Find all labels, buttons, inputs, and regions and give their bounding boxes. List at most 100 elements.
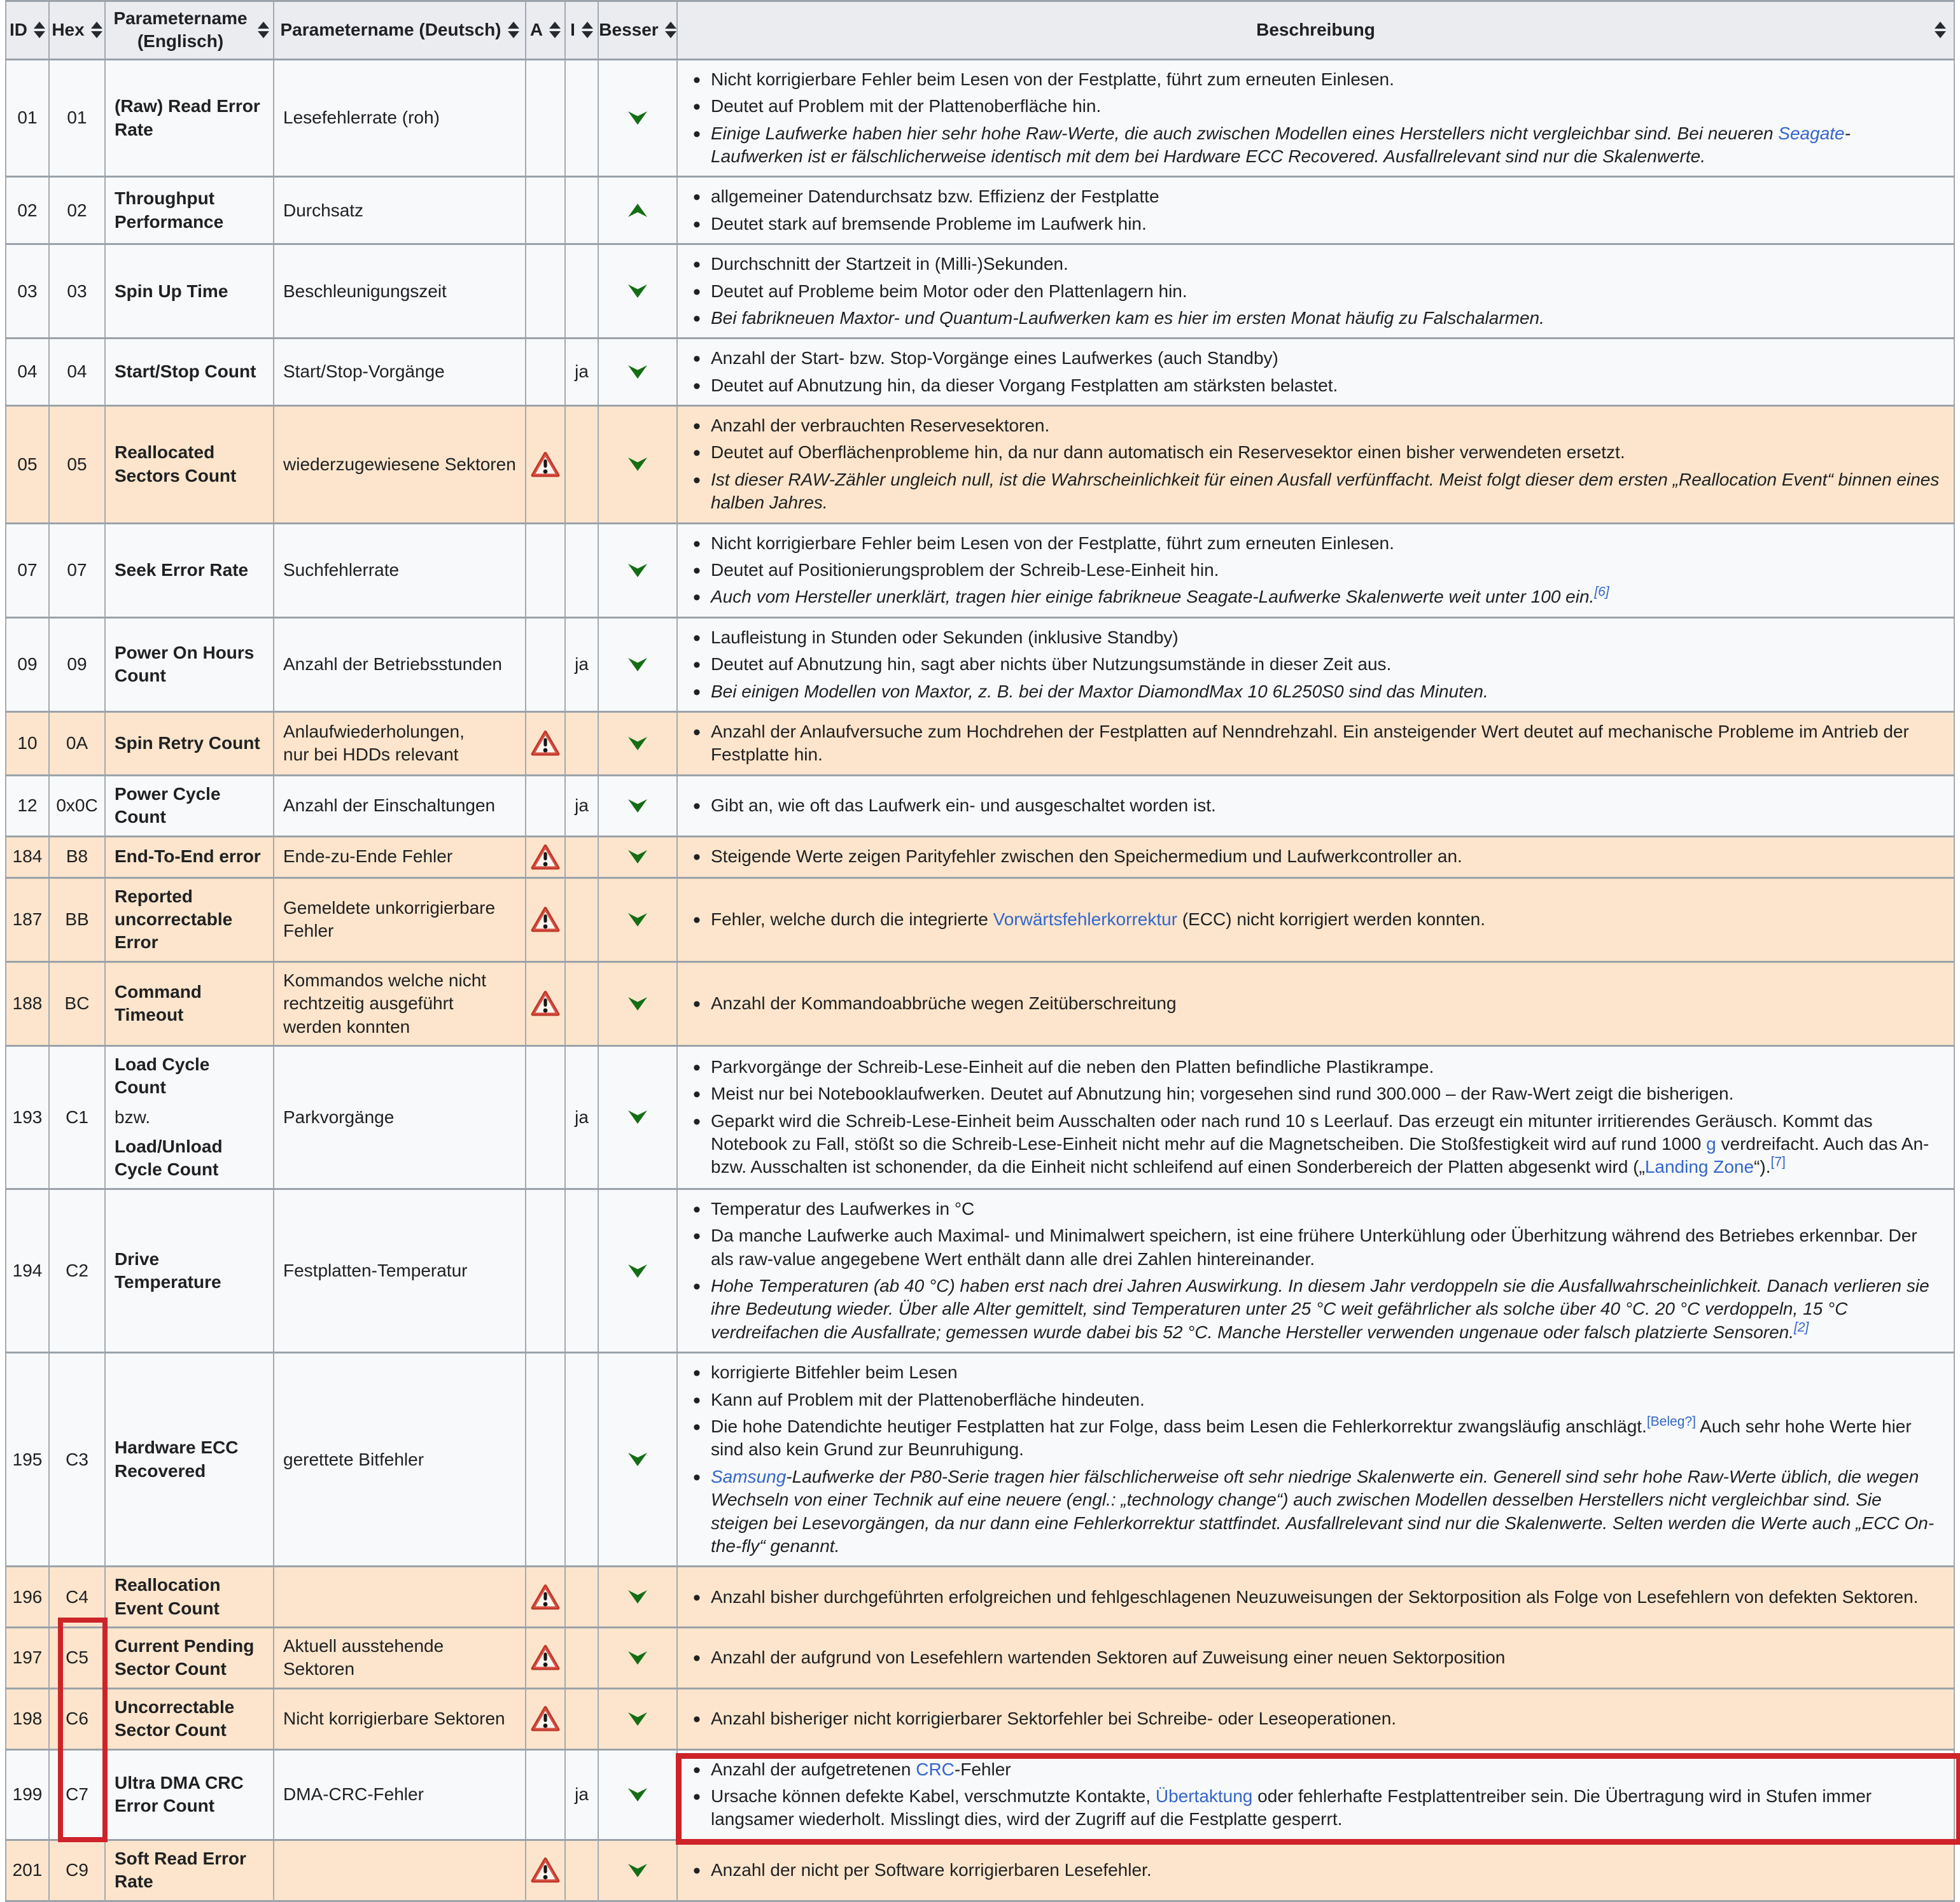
description-list: Anzahl bisheriger nicht korrigierbarer S… bbox=[690, 1707, 1941, 1730]
attention-cell bbox=[526, 177, 565, 244]
wiki-link[interactable]: [2] bbox=[1794, 1320, 1809, 1334]
hex-value: 05 bbox=[67, 454, 87, 474]
attention-cell bbox=[526, 836, 565, 878]
text-segment: Hohe Temperaturen (ab 40 °C) haben erst … bbox=[711, 1276, 1929, 1342]
better-down-icon bbox=[603, 111, 673, 125]
hex-value: C5 bbox=[66, 1647, 88, 1667]
wiki-link[interactable]: [Beleg?] bbox=[1647, 1415, 1696, 1429]
hex-cell: C4 bbox=[49, 1567, 105, 1628]
text-segment: Anzahl der nicht per Software korrigierb… bbox=[711, 1860, 1152, 1880]
column-header-a[interactable]: A bbox=[526, 1, 565, 60]
description-bullet: Anzahl bisheriger nicht korrigierbarer S… bbox=[690, 1707, 1941, 1730]
param-de-line: nur bei HDDs relevant bbox=[283, 743, 516, 766]
description-cell: Gibt an, wie oft das Laufwerk ein- und a… bbox=[677, 775, 1954, 836]
param-en-cell: Reallocated Sectors Count bbox=[105, 406, 274, 524]
inverse-cell bbox=[565, 1688, 598, 1749]
wiki-link[interactable]: CRC bbox=[916, 1759, 955, 1779]
wiki-link[interactable]: [7] bbox=[1771, 1155, 1786, 1170]
param-en-line: Spin Up Time bbox=[115, 280, 264, 303]
text-segment: Nicht korrigierbare Fehler beim Lesen vo… bbox=[711, 533, 1394, 553]
param-en-line: Load/Unload Cycle Count bbox=[115, 1135, 264, 1182]
param-de-line: gerettete Bitfehler bbox=[283, 1448, 516, 1471]
text-segment: Da manche Laufwerke auch Maximal- und Mi… bbox=[711, 1226, 1917, 1268]
column-header-id[interactable]: ID bbox=[6, 1, 49, 60]
table-row: 0101(Raw) Read Error RateLesefehlerrate … bbox=[6, 59, 1954, 177]
id-value: 199 bbox=[13, 1784, 43, 1804]
hex-value: 09 bbox=[67, 654, 87, 674]
param-de-line: Anlaufwiederholungen, bbox=[283, 720, 516, 743]
wiki-link[interactable]: [6] bbox=[1594, 585, 1609, 599]
id-cell: 03 bbox=[6, 244, 49, 339]
text-segment: -Fehler bbox=[955, 1759, 1011, 1779]
param-de-cell: gerettete Bitfehler bbox=[274, 1353, 526, 1567]
column-header-name_de[interactable]: Parametername (Deutsch) bbox=[274, 1, 526, 60]
column-header-label: Parametername (Deutsch) bbox=[280, 18, 501, 41]
table-row: 187BBReported uncorrectable ErrorGemelde… bbox=[6, 878, 1954, 961]
description-bullet: Deutet stark auf bremsende Probleme im L… bbox=[690, 213, 1941, 235]
column-header-label: A bbox=[530, 18, 543, 41]
sort-icon bbox=[258, 22, 269, 38]
table-row: 195C3Hardware ECC Recoveredgerettete Bit… bbox=[6, 1353, 1954, 1567]
wiki-link[interactable]: Vorwärtsfehlerkorrektur bbox=[993, 909, 1177, 929]
description-cell: Anzahl der aufgrund von Lesefehlern wart… bbox=[677, 1628, 1954, 1689]
id-cell: 193 bbox=[6, 1045, 49, 1189]
id-value: 03 bbox=[17, 281, 37, 301]
description-list: Anzahl der nicht per Software korrigierb… bbox=[690, 1859, 1941, 1882]
id-cell: 196 bbox=[6, 1567, 49, 1628]
hex-value: C6 bbox=[66, 1709, 88, 1728]
param-en-line: Drive Temperature bbox=[115, 1248, 264, 1294]
attention-cell bbox=[526, 1045, 565, 1189]
hex-cell: 01 bbox=[49, 59, 105, 177]
param-en-cell: Reported uncorrectable Error bbox=[105, 878, 274, 961]
param-en-cell: Command Timeout bbox=[105, 961, 274, 1045]
sort-icon bbox=[665, 22, 676, 38]
id-value: 09 bbox=[17, 654, 37, 674]
param-en-line: Reported uncorrectable Error bbox=[115, 885, 264, 954]
column-header-better[interactable]: Besser bbox=[598, 1, 677, 60]
hex-cell: C2 bbox=[49, 1189, 105, 1352]
description-list: Anzahl der Start- bzw. Stop-Vorgänge ein… bbox=[690, 347, 1941, 397]
table-row: 201C9Soft Read Error RateAnzahl der nich… bbox=[6, 1840, 1954, 1901]
param-en-line: Seek Error Rate bbox=[115, 559, 264, 582]
table-row: 0202Throughput PerformanceDurchsatzallge… bbox=[6, 177, 1954, 244]
wiki-link[interactable]: g bbox=[1706, 1134, 1716, 1154]
param-de-cell: Aktuell ausstehende Sektoren bbox=[274, 1628, 526, 1689]
description-bullet: Anzahl der aufgetretenen CRC-Fehler bbox=[690, 1758, 1941, 1781]
id-cell: 12 bbox=[6, 775, 49, 836]
inverse-cell: ja bbox=[565, 775, 598, 836]
text-segment: Kann auf Problem mit der Plattenoberfläc… bbox=[711, 1390, 1145, 1409]
param-de-line: Nicht korrigierbare Sektoren bbox=[283, 1707, 516, 1730]
better-down-icon bbox=[603, 1110, 673, 1124]
id-value: 04 bbox=[17, 361, 37, 381]
description-bullet: Deutet auf Oberflächenprobleme hin, da n… bbox=[690, 441, 1941, 464]
wiki-link[interactable]: Samsung bbox=[711, 1467, 786, 1486]
id-cell: 07 bbox=[6, 523, 49, 617]
description-bullet: Anzahl der Anlaufversuche zum Hochdrehen… bbox=[690, 720, 1941, 767]
id-value: 198 bbox=[13, 1709, 43, 1728]
better-down-icon bbox=[603, 737, 673, 750]
hex-value: C4 bbox=[66, 1587, 88, 1607]
column-header-name_en[interactable]: Parametername (Englisch) bbox=[105, 1, 274, 60]
param-de-cell: Durchsatz bbox=[274, 177, 526, 244]
column-header-hex[interactable]: Hex bbox=[49, 1, 105, 60]
param-de-cell: Nicht korrigierbare Sektoren bbox=[274, 1688, 526, 1749]
wiki-link[interactable]: Landing Zone bbox=[1645, 1157, 1754, 1177]
id-value: 02 bbox=[17, 200, 37, 220]
attention-cell bbox=[526, 775, 565, 836]
column-header-i[interactable]: I bbox=[565, 1, 598, 60]
description-cell: Fehler, welche durch die integrierte Vor… bbox=[677, 878, 1954, 961]
better-cell bbox=[598, 1840, 677, 1901]
inverse-cell bbox=[565, 961, 598, 1045]
param-en-line: Spin Retry Count bbox=[115, 732, 264, 755]
hex-value: 0x0C bbox=[56, 795, 97, 815]
column-header-label: I bbox=[570, 18, 575, 41]
hex-cell: BC bbox=[49, 961, 105, 1045]
description-cell: Anzahl der Start- bzw. Stop-Vorgänge ein… bbox=[677, 339, 1954, 406]
hex-value: 01 bbox=[67, 108, 87, 127]
column-header-desc[interactable]: Beschreibung bbox=[677, 1, 1954, 60]
text-segment: Anzahl der verbrauchten Reservesektoren. bbox=[711, 416, 1049, 435]
wiki-link[interactable]: Seagate bbox=[1778, 123, 1844, 143]
inverse-cell bbox=[565, 1353, 598, 1567]
description-list: Laufleistung in Stunden oder Sekunden (i… bbox=[690, 626, 1941, 703]
wiki-link[interactable]: Übertaktung bbox=[1156, 1786, 1253, 1806]
